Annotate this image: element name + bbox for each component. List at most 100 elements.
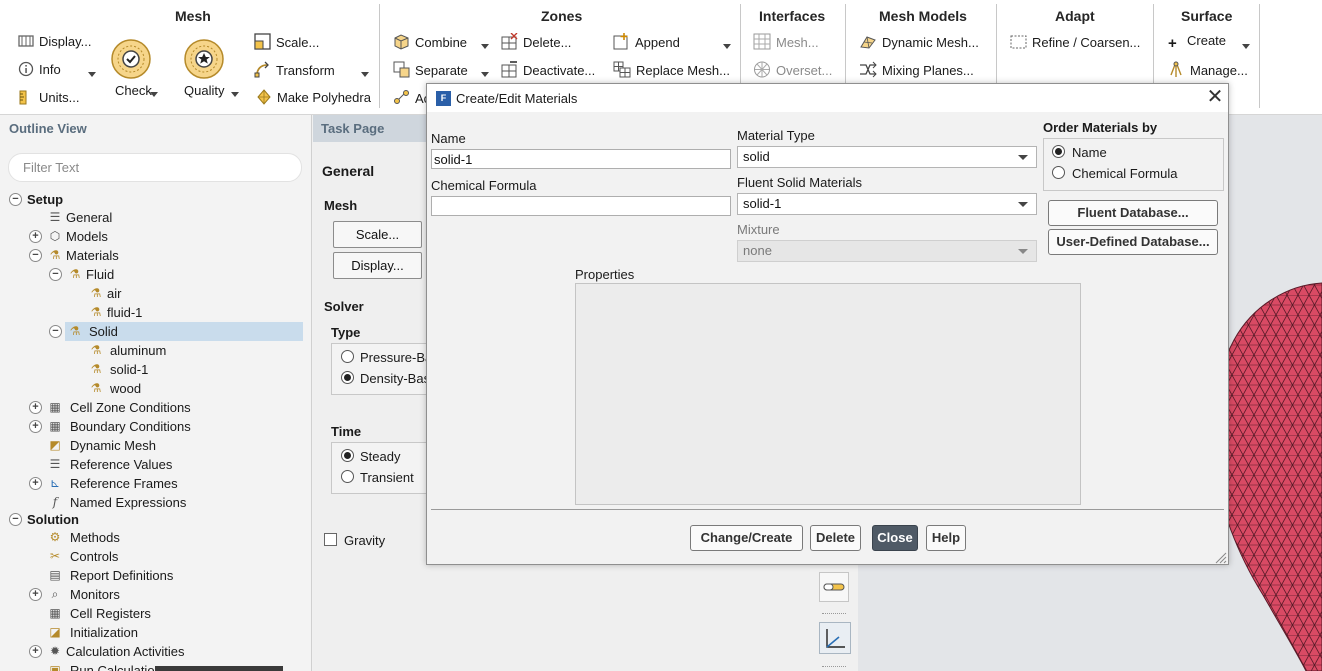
tree-item-reference-values[interactable]: Reference Values: [70, 455, 172, 474]
tree-item-monitors[interactable]: Monitors: [70, 585, 120, 604]
close-button[interactable]: Close: [872, 525, 918, 551]
tree-item-initialization[interactable]: Initialization: [70, 623, 138, 642]
user-defined-database-button[interactable]: User-Defined Database...: [1048, 229, 1218, 255]
mesh-scale-button[interactable]: Scale...: [254, 33, 319, 50]
tree-item-reference-frames[interactable]: Reference Frames: [70, 474, 178, 493]
separate-dropdown-arrow-icon[interactable]: [481, 72, 489, 77]
tree-item-run-calculation[interactable]: Run Calculation: [70, 661, 162, 671]
order-by-name-radio[interactable]: [1052, 145, 1065, 158]
group-title-interfaces: Interfaces: [759, 8, 826, 24]
task-scale-button[interactable]: Scale...: [333, 221, 422, 248]
tree-item-cell-registers[interactable]: Cell Registers: [70, 604, 151, 623]
info-dropdown-arrow-icon[interactable]: [88, 72, 96, 77]
expand-reference-frames-icon[interactable]: +: [29, 477, 42, 490]
mesh-transform-button[interactable]: Transform: [254, 61, 335, 78]
tree-item-wood[interactable]: wood: [110, 379, 141, 398]
collapse-solid-icon[interactable]: −: [49, 325, 62, 338]
fluent-database-button[interactable]: Fluent Database...: [1048, 200, 1218, 226]
axes-tool-button[interactable]: [819, 622, 851, 654]
transient-radio[interactable]: [341, 470, 354, 483]
zones-combine-button[interactable]: Combine: [393, 33, 467, 50]
tree-item-solid-1[interactable]: solid-1: [110, 360, 148, 379]
expand-models-icon[interactable]: +: [29, 230, 42, 243]
mesh-info-button[interactable]: Info: [18, 61, 61, 77]
quality-dropdown-arrow-icon[interactable]: [231, 92, 239, 97]
filter-text-input[interactable]: [8, 153, 302, 182]
dialog-title-bar[interactable]: F Create/Edit Materials ✕: [427, 84, 1228, 112]
tree-item-named-expressions[interactable]: Named Expressions: [70, 493, 186, 512]
fluent-solid-materials-select[interactable]: solid-1: [737, 193, 1037, 215]
tree-item-dynamic-mesh[interactable]: Dynamic Mesh: [70, 436, 156, 455]
order-by-chemical-formula-radio[interactable]: [1052, 166, 1065, 179]
tree-item-setup[interactable]: Setup: [27, 190, 63, 209]
zones-deactivate-button[interactable]: Deactivate...: [501, 61, 595, 78]
zones-delete-button[interactable]: Delete...: [501, 33, 571, 50]
mesh-quality-button[interactable]: [183, 38, 225, 83]
tree-item-aluminum[interactable]: aluminum: [110, 341, 166, 360]
density-based-radio[interactable]: [341, 371, 354, 384]
make-polyhedra-button[interactable]: Make Polyhedra: [256, 89, 371, 105]
refine-coarsen-button[interactable]: Refine / Coarsen...: [1010, 33, 1140, 50]
gravity-checkbox[interactable]: [324, 533, 337, 546]
collapse-solution-icon[interactable]: −: [9, 513, 22, 526]
zones-adjacency-button[interactable]: Ac: [393, 89, 430, 106]
interfaces-mesh-button[interactable]: Mesh...: [753, 33, 819, 50]
dynamic-mesh-button[interactable]: Dynamic Mesh...: [859, 33, 979, 50]
expand-boundary-conditions-icon[interactable]: +: [29, 420, 42, 433]
mesh-check-button[interactable]: [110, 38, 152, 83]
tree-item-solid[interactable]: Solid: [89, 322, 118, 341]
zones-separate-button[interactable]: Separate: [393, 61, 468, 78]
name-input[interactable]: [431, 149, 731, 169]
expand-monitors-icon[interactable]: +: [29, 588, 42, 601]
steady-radio[interactable]: [341, 449, 354, 462]
zones-replace-mesh-button[interactable]: Replace Mesh...: [613, 61, 730, 78]
expand-cell-zone-conditions-icon[interactable]: +: [29, 401, 42, 414]
transform-dropdown-arrow-icon[interactable]: [361, 72, 369, 77]
check-dropdown-arrow-icon[interactable]: [150, 92, 158, 97]
view-tool-button[interactable]: [819, 572, 849, 602]
horizontal-scrollbar-thumb[interactable]: [155, 666, 283, 671]
mesh-units-button[interactable]: Units...: [18, 89, 79, 105]
tree-item-boundary-conditions[interactable]: Boundary Conditions: [70, 417, 191, 436]
tree-item-fluid[interactable]: Fluid: [86, 265, 114, 284]
append-dropdown-arrow-icon[interactable]: [723, 44, 731, 49]
delete-button[interactable]: Delete: [810, 525, 861, 551]
material-type-select[interactable]: solid: [737, 146, 1037, 168]
surface-create-button[interactable]: + Create: [1168, 33, 1226, 52]
close-icon[interactable]: ✕: [1205, 87, 1225, 107]
task-display-button[interactable]: Display...: [333, 252, 422, 279]
help-button[interactable]: Help: [926, 525, 966, 551]
chemical-formula-input[interactable]: [431, 196, 731, 216]
tree-item-general[interactable]: General: [66, 208, 112, 227]
tree-item-fluid-1[interactable]: fluid-1: [107, 303, 142, 322]
material-type-value: solid: [743, 149, 770, 164]
mixing-planes-icon: [860, 61, 877, 78]
expand-calculation-activities-icon[interactable]: +: [29, 645, 42, 658]
change-create-button[interactable]: Change/Create: [690, 525, 803, 551]
tree-item-models[interactable]: Models: [66, 227, 108, 246]
tree-item-controls[interactable]: Controls: [70, 547, 118, 566]
tree-item-materials[interactable]: Materials: [66, 246, 119, 265]
interfaces-mesh-label: Mesh...: [776, 35, 819, 50]
mesh-display-button[interactable]: Display...: [18, 33, 92, 49]
pressure-based-radio[interactable]: [341, 350, 354, 363]
surface-manage-button[interactable]: Manage...: [1168, 61, 1248, 78]
append-icon: [613, 33, 628, 50]
collapse-fluid-icon[interactable]: −: [49, 268, 62, 281]
tree-item-calculation-activities[interactable]: Calculation Activities: [66, 642, 185, 661]
combine-dropdown-arrow-icon[interactable]: [481, 44, 489, 49]
collapse-setup-icon[interactable]: −: [9, 193, 22, 206]
collapse-materials-icon[interactable]: −: [29, 249, 42, 262]
tree-item-cell-zone-conditions[interactable]: Cell Zone Conditions: [70, 398, 191, 417]
zones-append-button[interactable]: Append: [613, 33, 680, 50]
resize-grip-icon[interactable]: [1213, 550, 1227, 564]
mesh-units-label: Units...: [39, 90, 80, 105]
mixing-planes-button[interactable]: Mixing Planes...: [859, 61, 974, 78]
tree-item-solution[interactable]: Solution: [27, 510, 79, 529]
create-dropdown-arrow-icon[interactable]: [1242, 44, 1250, 49]
zones-delete-label: Delete...: [523, 35, 572, 50]
tree-item-report-definitions[interactable]: Report Definitions: [70, 566, 173, 585]
tree-item-methods[interactable]: Methods: [70, 528, 120, 547]
interfaces-overset-button[interactable]: Overset...: [753, 61, 832, 78]
tree-item-air[interactable]: air: [107, 284, 121, 303]
